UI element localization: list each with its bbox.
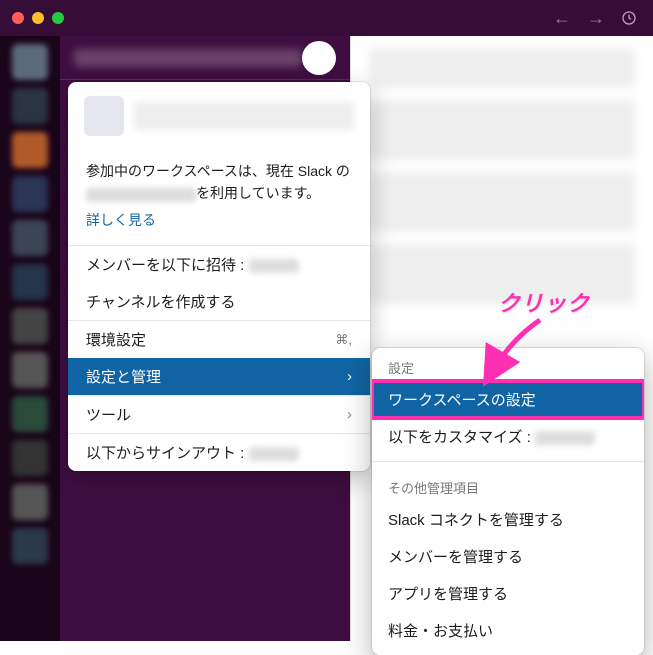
plan-name-blur [86,188,196,202]
submenu-section-label: 設定 [372,348,644,381]
close-window-icon[interactable] [12,12,24,24]
nav-forward-icon[interactable]: → [587,8,605,29]
shortcut-label: ⌘, [335,332,352,348]
submenu-item-workspace-settings[interactable]: ワークスペースの設定 [372,381,644,418]
submenu-section-label: その他管理項目 [372,468,644,501]
workspace-avatar [84,96,124,136]
learn-more-link[interactable]: 詳しく見る [86,209,156,231]
sidebar-header[interactable] [60,36,350,80]
window-controls[interactable] [12,12,64,24]
workspace-switch-item[interactable] [12,484,48,520]
chevron-right-icon: › [347,406,352,423]
history-icon[interactable] [621,10,637,26]
workspace-switch-item[interactable] [12,176,48,212]
menu-header [68,82,370,150]
titlebar: ← → [0,0,653,36]
annotation-label: クリック [498,286,590,318]
chevron-right-icon: › [347,368,352,385]
plan-info: 参加中のワークスペースは、現在 Slack の を利用しています。 詳しく見る [68,150,370,245]
workspace-rail [0,36,60,641]
menu-item-tools[interactable]: ツール › [68,396,370,433]
minimize-window-icon[interactable] [32,12,44,24]
workspace-switch-item[interactable] [12,352,48,388]
submenu-item-billing[interactable]: 料金・お支払い [372,612,644,649]
workspace-switch-item[interactable] [12,308,48,344]
workspace-menu: 参加中のワークスペースは、現在 Slack の を利用しています。 詳しく見る … [68,82,370,471]
submenu-item-manage-connect[interactable]: Slack コネクトを管理する [372,501,644,538]
menu-item-signout[interactable]: 以下からサインアウト : [68,434,370,471]
maximize-window-icon[interactable] [52,12,64,24]
submenu-item-manage-apps[interactable]: アプリを管理する [372,575,644,612]
submenu-item-manage-members[interactable]: メンバーを管理する [372,538,644,575]
workspace-switch-item[interactable] [12,528,48,564]
workspace-switch-item[interactable] [12,88,48,124]
workspace-switch-item[interactable] [12,396,48,432]
workspace-title-blur [134,102,354,130]
menu-item-settings-admin[interactable]: 設定と管理 › [68,358,370,395]
menu-item-create-channel[interactable]: チャンネルを作成する [68,283,370,320]
workspace-switch-item[interactable] [12,44,48,80]
nav-back-icon[interactable]: ← [553,8,571,29]
workspace-switch-item[interactable] [12,220,48,256]
menu-item-invite[interactable]: メンバーを以下に招待 : [68,246,370,283]
settings-admin-submenu: 設定 ワークスペースの設定 以下をカスタマイズ : その他管理項目 Slack … [372,348,644,655]
compose-button[interactable] [302,41,336,75]
workspace-switch-item[interactable] [12,132,48,168]
workspace-switch-item[interactable] [12,264,48,300]
menu-item-preferences[interactable]: 環境設定 ⌘, [68,321,370,358]
workspace-name [74,49,302,67]
workspace-switch-item[interactable] [12,440,48,476]
submenu-item-customize[interactable]: 以下をカスタマイズ : [372,418,644,455]
